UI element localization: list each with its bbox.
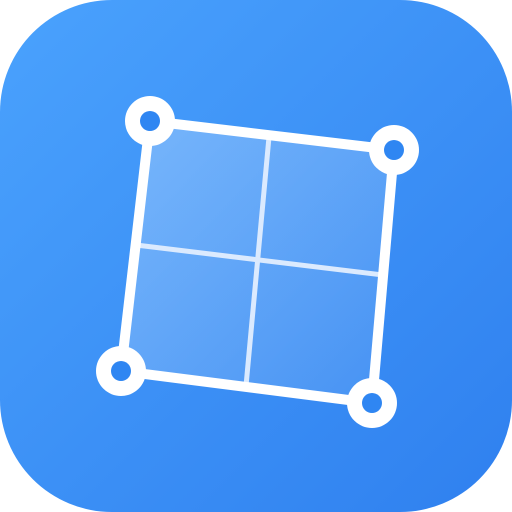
corner-handle-bottom-left <box>96 346 146 396</box>
corner-handle-bottom-right <box>347 378 397 428</box>
corner-handle-top-left <box>125 96 175 146</box>
corner-handle-top-right <box>369 125 419 175</box>
app-icon-graphic <box>0 0 512 512</box>
app-icon <box>0 0 512 512</box>
